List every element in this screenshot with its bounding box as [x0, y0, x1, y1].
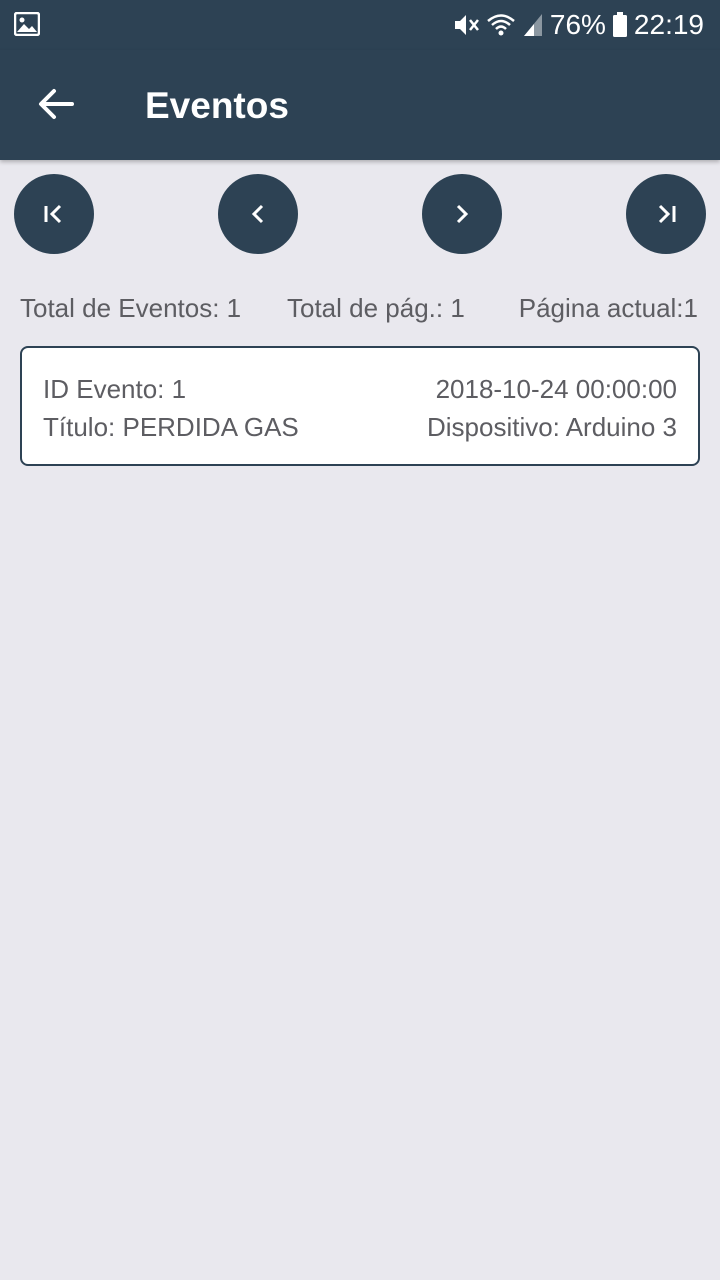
previous-page-button[interactable]: [218, 174, 298, 254]
mute-icon: [452, 12, 480, 38]
status-bar: 76% 22:19: [0, 0, 720, 50]
event-card[interactable]: ID Evento: 1 2018-10-24 00:00:00 Título:…: [20, 346, 700, 466]
chevron-left-icon: [248, 203, 268, 225]
page-title: Eventos: [145, 85, 289, 126]
last-page-button[interactable]: [626, 174, 706, 254]
battery-percent: 76%: [549, 9, 606, 40]
arrow-left-icon: [38, 88, 74, 125]
signal-icon: [522, 12, 544, 38]
app-bar: Eventos: [0, 50, 720, 160]
event-id: ID Evento: 1: [43, 374, 187, 404]
battery-icon: [612, 12, 628, 38]
clock: 22:19: [633, 9, 704, 40]
next-page-button[interactable]: [422, 174, 502, 254]
image-icon: [13, 11, 41, 37]
last-page-icon: [653, 203, 679, 225]
event-device: Dispositivo: Arduino 3: [426, 412, 677, 442]
total-events-label: Total de Eventos: 1: [20, 293, 242, 323]
event-datetime: 2018-10-24 00:00:00: [435, 374, 677, 404]
total-pages-label: Total de pág.: 1: [287, 293, 465, 323]
chevron-right-icon: [452, 203, 472, 225]
back-button[interactable]: [30, 80, 82, 132]
wifi-icon: [486, 12, 516, 38]
event-title: Título: PERDIDA GAS: [43, 412, 299, 442]
first-page-button[interactable]: [14, 174, 94, 254]
current-page-label: Página actual:1: [518, 293, 698, 323]
first-page-icon: [41, 203, 67, 225]
status-indicators: 76% 22:19: [452, 6, 704, 44]
